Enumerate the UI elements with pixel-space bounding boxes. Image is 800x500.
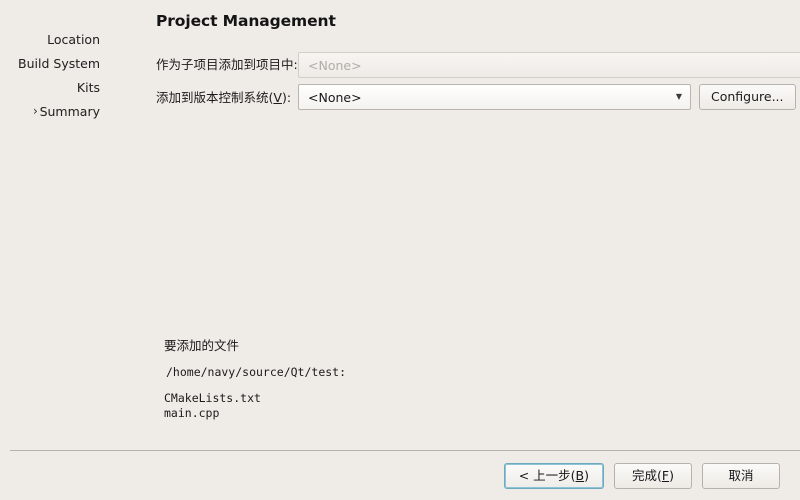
cancel-button-prefix: 取消 <box>728 468 754 483</box>
finish-button[interactable]: 完成(F) <box>614 463 692 489</box>
back-button-suffix: ) <box>584 468 589 483</box>
version-control-label-mnemonic: V <box>273 90 282 105</box>
version-control-label: 添加到版本控制系统(V): <box>156 84 291 110</box>
sidebar-item-label: Kits <box>76 80 100 95</box>
chevron-down-icon: ▼ <box>675 92 683 101</box>
chevron-right-icon: › <box>33 104 38 118</box>
sidebar-item-location[interactable]: Location <box>0 28 142 52</box>
files-to-add-list: CMakeLists.txt main.cpp <box>164 391 261 420</box>
footer-separator <box>10 450 800 451</box>
sidebar-item-label: Location <box>47 32 100 47</box>
sidebar-item-summary[interactable]: › Summary <box>0 100 142 124</box>
version-control-label-suffix: ): <box>281 90 292 105</box>
cancel-button[interactable]: 取消 <box>702 463 780 489</box>
sidebar-item-label: Build System <box>18 56 100 71</box>
back-button-mnemonic: B <box>575 468 585 483</box>
subproject-combobox[interactable]: <None> ▼ <box>298 52 800 78</box>
files-to-add-summary: 要添加的文件 /home/navy/source/Qt/test: CMakeL… <box>164 335 724 420</box>
subproject-combobox-value: <None> <box>308 57 362 73</box>
version-control-combobox-value: <None> <box>308 89 362 105</box>
sidebar-item-label: Summary <box>39 104 100 119</box>
back-button-prefix: < 上一步( <box>518 468 576 483</box>
files-to-add-path: /home/navy/source/Qt/test: <box>166 365 347 379</box>
page-title: Project Management <box>156 12 336 30</box>
version-control-combobox[interactable]: <None> ▼ <box>298 84 691 110</box>
wizard-step-sidebar: Location Build System Kits › Summary <box>0 28 142 124</box>
finish-button-mnemonic: F <box>661 468 670 483</box>
configure-button[interactable]: Configure... <box>699 84 796 110</box>
finish-button-prefix: 完成( <box>632 468 662 483</box>
files-to-add-heading: 要添加的文件 <box>164 338 240 353</box>
dialog-button-bar: < 上一步(B) 完成(F) 取消 <box>503 463 780 489</box>
subproject-label: 作为子项目添加到项目中: <box>156 57 298 72</box>
finish-button-suffix: ) <box>669 468 674 483</box>
sidebar-item-build-system[interactable]: Build System <box>0 52 142 76</box>
sidebar-item-kits[interactable]: Kits <box>0 76 142 100</box>
version-control-label-prefix: 添加到版本控制系统( <box>156 90 274 105</box>
project-management-dialog: Location Build System Kits › Summary Pro… <box>0 0 800 500</box>
back-button[interactable]: < 上一步(B) <box>503 463 604 489</box>
